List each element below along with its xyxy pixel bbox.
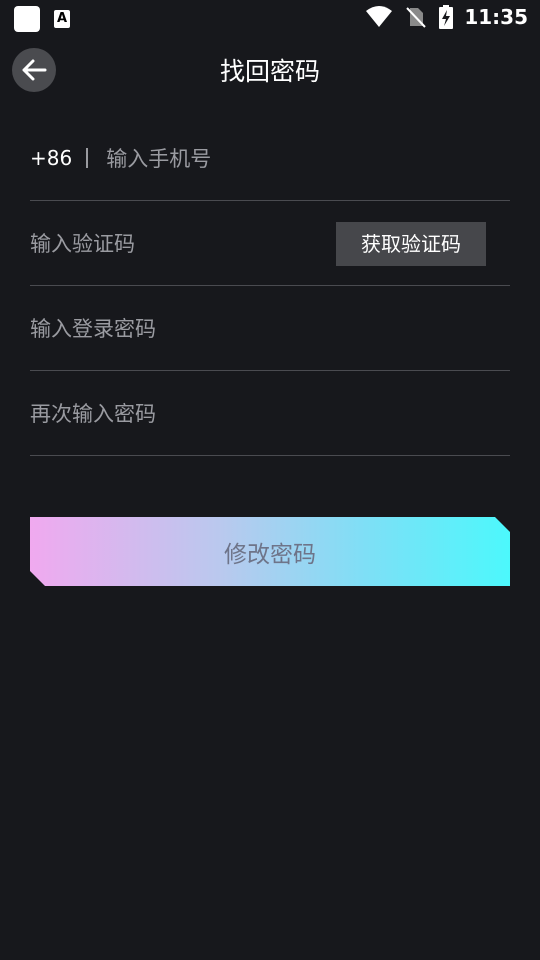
change-password-button[interactable]: 修改密码 <box>30 517 510 586</box>
status-right: 11:35 <box>366 5 528 29</box>
phone-input[interactable]: 输入手机号 <box>106 143 211 173</box>
reset-password-form: +86 输入手机号 输入验证码 获取验证码 输入登录密码 再次输入密码 <box>30 116 510 456</box>
confirm-password-input[interactable]: 再次输入密码 <box>30 398 156 428</box>
get-code-button[interactable]: 获取验证码 <box>336 222 486 266</box>
confirm-password-row[interactable]: 再次输入密码 <box>30 371 510 456</box>
header: 找回密码 <box>0 44 540 96</box>
app-square-icon <box>14 6 40 32</box>
status-bar: A 11:35 <box>0 0 540 36</box>
country-code[interactable]: +86 <box>30 146 72 170</box>
code-row[interactable]: 输入验证码 获取验证码 <box>30 201 510 286</box>
divider <box>86 148 89 168</box>
status-left: A <box>14 6 70 32</box>
page-title: 找回密码 <box>219 57 320 86</box>
status-time: 11:35 <box>464 5 528 29</box>
no-sim-icon <box>406 7 427 28</box>
phone-row[interactable]: +86 输入手机号 <box>30 116 510 201</box>
a-icon: A <box>54 10 70 28</box>
change-password-label: 修改密码 <box>224 541 316 568</box>
code-input[interactable]: 输入验证码 <box>30 228 135 258</box>
wifi-icon <box>366 6 393 27</box>
password-input[interactable]: 输入登录密码 <box>30 313 156 343</box>
battery-charging-icon <box>439 5 454 29</box>
password-row[interactable]: 输入登录密码 <box>30 286 510 371</box>
